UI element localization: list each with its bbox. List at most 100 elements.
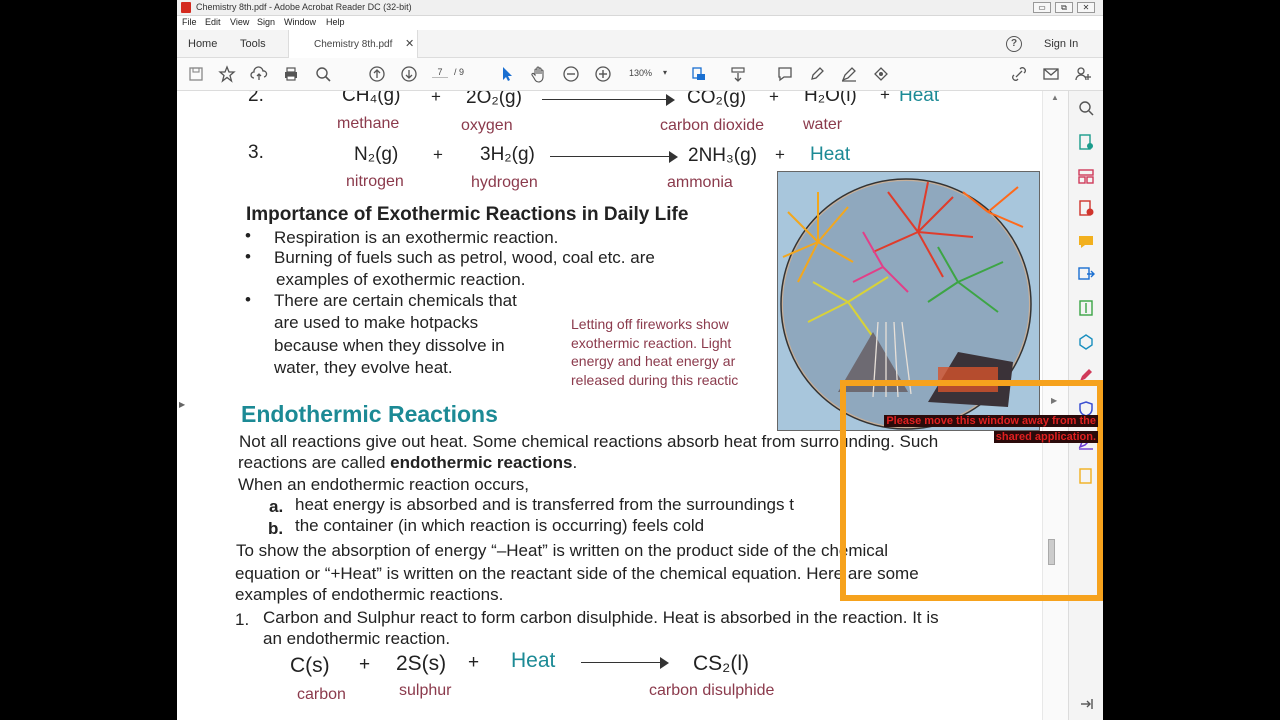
search-icon[interactable] [313, 65, 333, 85]
highlight-pen-icon[interactable] [807, 65, 827, 85]
bullet-respiration: Respiration is an exothermic reaction. [274, 228, 559, 247]
page-current-input[interactable]: 7 [432, 67, 448, 78]
eq2-heat: Heat [899, 91, 940, 106]
eq2-arrow [542, 94, 675, 106]
menu-sign[interactable]: Sign [257, 17, 275, 27]
compress-pdf-icon[interactable] [1077, 299, 1095, 317]
eqc-label-carbon: carbon [297, 686, 346, 703]
menu-help[interactable]: Help [326, 17, 345, 27]
collapse-pane-icon[interactable] [1077, 695, 1095, 713]
zoom-out-icon[interactable] [561, 65, 581, 85]
eq3-plus2: + [775, 145, 785, 164]
tab-document[interactable]: Chemistry 8th.pdf ✕ [288, 30, 418, 58]
link-share-icon[interactable] [1009, 65, 1029, 85]
send-file-icon[interactable] [1077, 265, 1095, 283]
bookmark-star-icon[interactable] [217, 65, 237, 85]
endo-bold-term: endothermic reactions [390, 453, 573, 472]
cloud-upload-icon[interactable] [249, 65, 269, 85]
comment-tool-icon[interactable] [1077, 233, 1095, 251]
eq3-plus1: + [433, 145, 443, 164]
tab-close-icon[interactable]: ✕ [405, 37, 414, 50]
eq2-label-water: water [803, 116, 843, 133]
caption-line-1: Letting off fireworks show [571, 316, 729, 332]
eq3-label-nitrogen: nitrogen [346, 173, 404, 190]
zoom-in-icon[interactable] [593, 65, 613, 85]
help-icon[interactable]: ? [1006, 36, 1022, 52]
eqc-plus2: + [468, 652, 480, 673]
share-warning-line-2: shared application. [993, 431, 1098, 443]
menu-window[interactable]: Window [284, 17, 316, 27]
list-b-marker: b. [268, 519, 284, 538]
eq3-reactant2: 3H₂(g) [480, 144, 535, 165]
eq3-arrow [550, 151, 678, 163]
scroll-up-icon[interactable]: ▲ [1051, 93, 1059, 102]
eqc-heat: Heat [511, 649, 556, 672]
comment-icon[interactable] [775, 65, 795, 85]
previous-page-icon[interactable] [367, 65, 387, 85]
left-panel-expand-icon[interactable]: ▶ [179, 400, 185, 409]
create-pdf-icon[interactable] [1077, 199, 1095, 217]
window-title: Chemistry 8th.pdf - Adobe Acrobat Reader… [196, 2, 412, 12]
bullet-hotpacks-2: are used to make hotpacks [274, 313, 479, 332]
eqc-product1: CS₂(l) [693, 652, 749, 675]
scroll-mode-icon[interactable] [728, 65, 748, 85]
print-icon[interactable] [281, 65, 301, 85]
title-bar: Chemistry 8th.pdf - Adobe Acrobat Reader… [177, 0, 1103, 16]
eqc-reactant2: 2S(s) [396, 652, 447, 675]
menu-view[interactable]: View [230, 17, 249, 27]
tab-tools[interactable]: Tools [240, 38, 266, 50]
stamp-icon[interactable] [871, 65, 891, 85]
tab-bar: Home Tools Chemistry 8th.pdf ✕ ? Sign In [177, 30, 1103, 58]
draw-icon[interactable] [839, 65, 859, 85]
show-line-3: examples of endothermic reactions. [235, 585, 504, 604]
list-b-text: the container (in which reaction is occu… [295, 516, 705, 535]
bullet-hotpacks-4: water, they evolve heat. [274, 358, 453, 377]
restore-button[interactable]: ⧉ [1055, 2, 1073, 13]
minimize-button[interactable]: ▭ [1033, 2, 1051, 13]
eq2-label-methane: methane [337, 115, 400, 132]
close-window-button[interactable]: ✕ [1077, 2, 1095, 13]
acrobat-logo-icon [181, 2, 191, 13]
eq2-plus3: + [880, 91, 890, 104]
page-fit-icon[interactable] [689, 65, 709, 85]
bullet-hotpacks-3: because when they dissolve in [274, 336, 505, 355]
menu-bar: File Edit View Sign Window Help [177, 16, 1103, 30]
zoom-tool-icon[interactable] [1077, 99, 1095, 117]
eq2-reactant1: CH₄(g) [342, 91, 401, 106]
bullet-fuels: Burning of fuels such as petrol, wood, c… [274, 248, 655, 267]
eq3-number: 3. [248, 142, 264, 163]
next-page-icon[interactable] [399, 65, 419, 85]
email-icon[interactable] [1041, 65, 1061, 85]
organize-pages-icon[interactable] [1077, 167, 1095, 185]
eqc-label-sulphur: sulphur [399, 682, 452, 699]
eqc-arrow [581, 657, 669, 669]
edit-pdf-icon[interactable] [1077, 333, 1095, 351]
bullet-hotpacks-1: There are certain chemicals that [274, 291, 517, 310]
page-number[interactable]: 7 / 9 [432, 67, 464, 78]
eq2-reactant2: 2O₂(g) [466, 91, 522, 108]
share-warning-message: Please move this window away from the sh… [847, 413, 1098, 445]
add-user-icon[interactable] [1073, 65, 1093, 85]
export-pdf-icon[interactable] [1077, 133, 1095, 151]
hand-tool-icon[interactable] [529, 65, 549, 85]
endo-para-2: reactions are called endothermic reactio… [238, 453, 578, 472]
ex1-line-2: an endothermic reaction. [263, 629, 451, 648]
sign-in-link[interactable]: Sign In [1044, 38, 1078, 50]
eq3-heat: Heat [810, 144, 851, 165]
endo-heading: Endothermic Reactions [241, 401, 498, 427]
save-icon[interactable] [186, 65, 206, 85]
eqc-plus1: + [359, 654, 371, 675]
caption-line-3: energy and heat energy ar [571, 353, 736, 369]
zoom-level[interactable]: 130% [629, 68, 652, 78]
bullet-marker: • [245, 226, 251, 245]
acrobat-window: Chemistry 8th.pdf - Adobe Acrobat Reader… [177, 0, 1103, 720]
toolbar: 7 / 9 130% ▾ [177, 58, 1103, 91]
menu-edit[interactable]: Edit [205, 17, 221, 27]
share-warning-line-1: Please move this window away from the [884, 415, 1098, 427]
select-cursor-icon[interactable] [497, 65, 517, 85]
tab-home[interactable]: Home [188, 38, 217, 50]
eq2-number: 2. [248, 91, 264, 106]
menu-file[interactable]: File [182, 17, 197, 27]
page-total: / 9 [454, 67, 465, 77]
zoom-dropdown-icon[interactable]: ▾ [663, 68, 667, 77]
